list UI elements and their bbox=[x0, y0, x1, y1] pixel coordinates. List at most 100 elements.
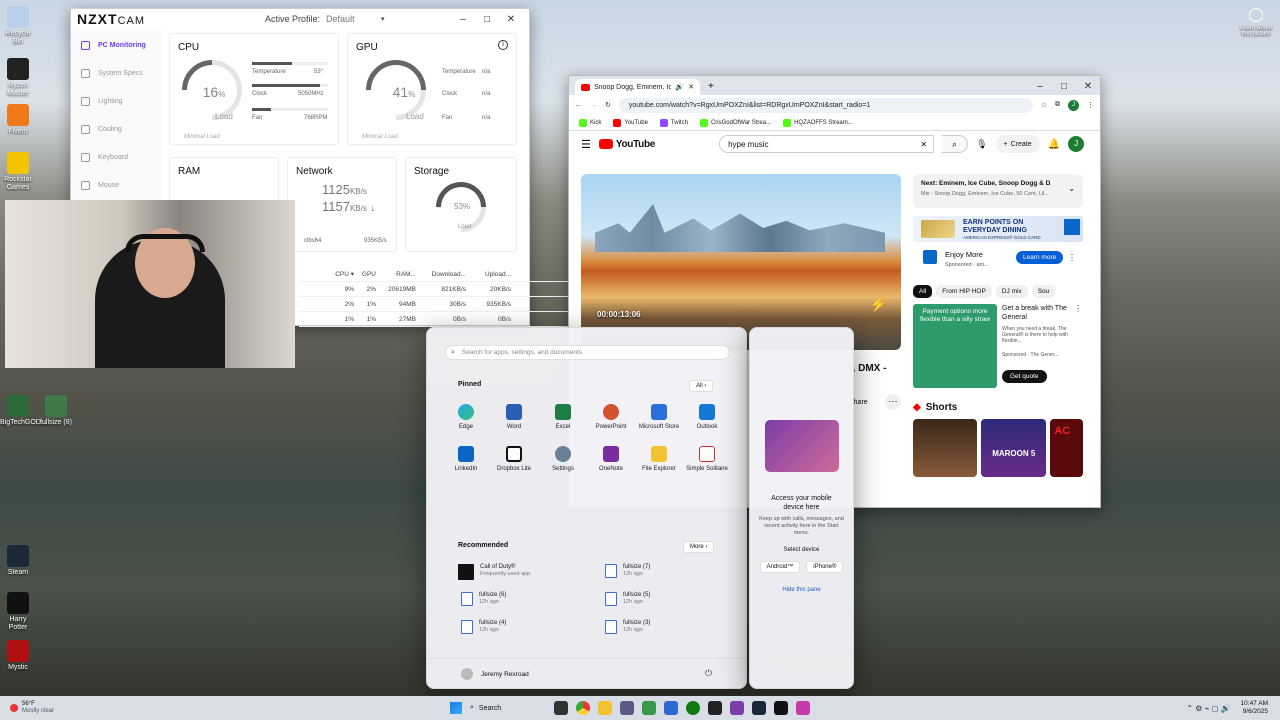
tab-youtube[interactable]: Snoop Dogg, Eminem, Ice C🔊✕ bbox=[575, 79, 700, 95]
pinned-app-settings[interactable]: Settings bbox=[539, 446, 587, 473]
steam-icon[interactable] bbox=[752, 701, 766, 715]
pinned-app-outlook[interactable]: Outlook bbox=[683, 404, 731, 431]
app-icon[interactable] bbox=[620, 701, 634, 715]
short-thumb[interactable]: AC bbox=[1050, 419, 1083, 477]
col-gpu[interactable]: GPU bbox=[354, 271, 376, 278]
rec-item-cod[interactable]: Call of Duty® Frequently used app bbox=[458, 564, 530, 580]
pinned-app-word[interactable]: Word bbox=[490, 404, 538, 431]
youtube-avatar[interactable]: J bbox=[1068, 136, 1085, 152]
youtube-search-input[interactable]: hype music ✕ bbox=[719, 135, 935, 153]
col-download[interactable]: Download... bbox=[416, 271, 466, 278]
pinned-app-store[interactable]: Microsoft Store bbox=[635, 404, 683, 431]
speaker-icon[interactable]: 🔊 bbox=[675, 83, 684, 91]
desktop-icon-bigtech[interactable]: BigTechGOD... bbox=[0, 395, 47, 427]
bell-icon[interactable]: 🔔 bbox=[1048, 139, 1060, 150]
col-ram[interactable]: RAM... bbox=[376, 271, 416, 278]
all-apps-button[interactable]: All › bbox=[689, 380, 714, 392]
nav-system-specs[interactable]: System Specs bbox=[71, 59, 163, 87]
next-in-mix[interactable]: Next: Eminem, Ice Cube, Snoop Dogg & D..… bbox=[913, 174, 1083, 208]
chip-sou[interactable]: Sou bbox=[1031, 285, 1056, 298]
app-icon[interactable] bbox=[796, 701, 810, 715]
pinned-app-solitaire[interactable]: Simple Solitaire bbox=[683, 446, 731, 473]
rec-item-fullsize5[interactable]: fullsize (5) 12h ago bbox=[605, 592, 650, 606]
maximize-button[interactable]: □ bbox=[475, 14, 499, 25]
desktop-icon-mystic[interactable]: Mystic bbox=[0, 640, 36, 672]
clock[interactable]: 10:47 AM 9/6/2025 bbox=[1241, 700, 1268, 716]
power-icon[interactable]: ⏻ bbox=[705, 668, 712, 679]
active-profile-select[interactable]: Default bbox=[326, 14, 381, 24]
app-icon[interactable] bbox=[708, 701, 722, 715]
table-row[interactable]: 1% 1% 27MB 0B/s 0B/s bbox=[299, 312, 589, 327]
nav-pc-monitoring[interactable]: PC Monitoring bbox=[71, 31, 163, 59]
iphone-button[interactable]: iPhone® bbox=[806, 561, 844, 573]
menu-icon[interactable]: ⋮ bbox=[1087, 101, 1094, 109]
forward-icon[interactable]: → bbox=[590, 102, 597, 109]
xbox-icon[interactable] bbox=[686, 701, 700, 715]
more-vert-icon[interactable]: ⋮ bbox=[1068, 253, 1076, 262]
video-player[interactable]: 00:00:13:06 ⚡ bbox=[581, 174, 901, 350]
pinned-app-powerpoint[interactable]: PowerPoint bbox=[587, 404, 635, 431]
create-button[interactable]: + Create bbox=[995, 135, 1040, 153]
flash-icon[interactable]: ⚡ bbox=[870, 296, 887, 313]
bookmark-twitch[interactable]: Twitch bbox=[659, 118, 688, 127]
android-button[interactable]: Android™ bbox=[759, 561, 801, 573]
chevron-down-icon[interactable]: ▾ bbox=[381, 15, 385, 23]
app-icon[interactable] bbox=[730, 701, 744, 715]
star-icon[interactable]: ☆ bbox=[1041, 101, 1047, 109]
rec-item-fullsize7[interactable]: fullsize (7) 12h ago bbox=[605, 564, 650, 578]
close-tab-icon[interactable]: ✕ bbox=[688, 83, 694, 91]
profile-avatar[interactable]: J bbox=[1068, 99, 1079, 111]
bookmark-cris[interactable]: CrisGodOfWar Strea... bbox=[699, 118, 771, 127]
nav-cooling[interactable]: Cooling bbox=[71, 115, 163, 143]
desktop-icon-fivem[interactable]: Fivem bbox=[0, 104, 36, 136]
youtube-logo[interactable]: YouTube bbox=[598, 139, 655, 150]
chrome-icon[interactable] bbox=[576, 701, 590, 715]
bookmark-kick[interactable]: Kick bbox=[579, 118, 601, 127]
learn-more-button[interactable]: Learn more bbox=[1016, 251, 1064, 264]
pinned-app-onenote[interactable]: OneNote bbox=[587, 446, 635, 473]
clear-icon[interactable]: ✕ bbox=[920, 140, 927, 149]
back-icon[interactable]: ← bbox=[575, 102, 582, 109]
close-button[interactable]: ✕ bbox=[499, 14, 523, 25]
chip-hiphop[interactable]: From HIP HOP bbox=[936, 285, 992, 298]
hide-pane-link[interactable]: Hide this pane bbox=[750, 587, 853, 593]
chip-djmix[interactable]: DJ mix bbox=[995, 285, 1028, 298]
start-search-input[interactable]: ⌕ Search for apps, settings, and document… bbox=[445, 345, 730, 360]
file-explorer-icon[interactable] bbox=[598, 701, 612, 715]
search-icon[interactable]: ⌕ bbox=[942, 135, 969, 153]
pinned-app-excel[interactable]: Excel bbox=[539, 404, 587, 431]
app-icon[interactable] bbox=[664, 701, 678, 715]
task-view-icon[interactable] bbox=[554, 701, 568, 715]
desktop-icon-recycle-bin[interactable]: Recycle Bin bbox=[0, 6, 36, 46]
table-row[interactable]: 2% 1% 94MB 30B/s 935KB/s bbox=[299, 297, 589, 312]
address-bar[interactable]: youtube.com/watch?v=RgxUmPOXZnI&list=RDR… bbox=[618, 97, 1033, 113]
ad-general[interactable]: Payment options more flexible than a sil… bbox=[913, 304, 1083, 390]
desktop-icon-fullsize8[interactable]: fullsize (8) bbox=[38, 395, 74, 427]
weather-widget[interactable]: 56°F Mostly clear bbox=[10, 701, 80, 715]
close-button[interactable]: ✕ bbox=[1076, 81, 1100, 92]
short-thumb[interactable] bbox=[913, 419, 978, 477]
pinned-app-file-explorer[interactable]: File Explorer bbox=[635, 446, 683, 473]
chip-all[interactable]: All bbox=[913, 285, 933, 298]
more-vert-icon[interactable]: ⋮ bbox=[1074, 304, 1082, 313]
rec-item-fullsize4[interactable]: fullsize (4) 12h ago bbox=[461, 620, 506, 634]
more-actions-icon[interactable]: ⋯ bbox=[885, 394, 901, 410]
hamburger-icon[interactable]: ☰ bbox=[581, 138, 591, 151]
desktop-icon-rockstar[interactable]: Rockstar Games bbox=[0, 152, 36, 192]
chevron-down-icon[interactable]: ⌄ bbox=[1068, 184, 1075, 193]
more-button[interactable]: More › bbox=[683, 541, 715, 553]
pinned-app-linkedin[interactable]: LinkedIn bbox=[442, 446, 490, 473]
nzxt-icon[interactable] bbox=[774, 701, 788, 715]
info-icon[interactable]: i bbox=[498, 40, 508, 50]
pinned-app-edge[interactable]: Edge bbox=[442, 404, 490, 431]
get-quote-button[interactable]: Get quote bbox=[1002, 370, 1047, 383]
pinned-app-dropbox[interactable]: Dropbox Lite bbox=[490, 446, 538, 473]
windows-start-icon[interactable] bbox=[450, 702, 462, 714]
table-row[interactable]: 9% 2% 20619MB 821KB/s 20KB/s bbox=[299, 282, 589, 297]
maximize-button[interactable]: □ bbox=[1052, 81, 1076, 92]
new-tab-button[interactable]: + bbox=[708, 81, 714, 92]
mic-icon[interactable]: 🎙 bbox=[976, 139, 987, 150]
col-cpu[interactable]: CPU ▾ bbox=[299, 270, 354, 278]
bookmark-hqz[interactable]: HQZAOFFS Stream... bbox=[783, 118, 853, 127]
desktop-icon-ryzen[interactable]: Ryzen Master bbox=[0, 58, 36, 98]
